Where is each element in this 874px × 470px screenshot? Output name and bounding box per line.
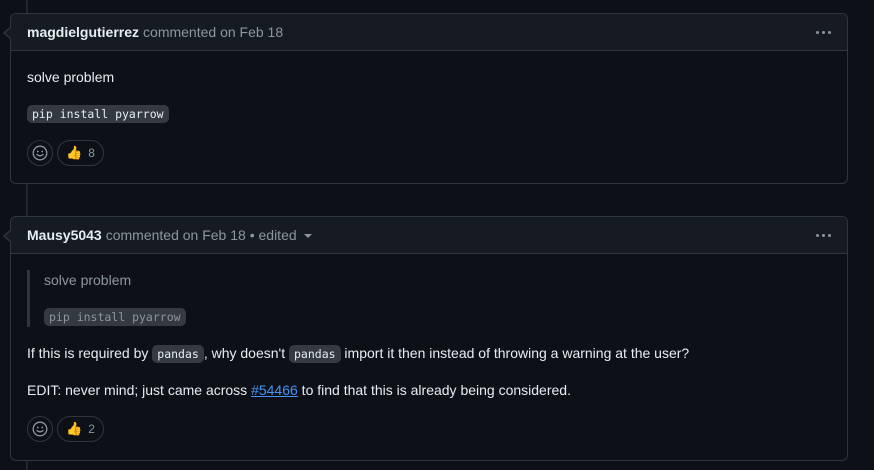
comment-1: magdielgutierrez commented on Feb 18 sol…	[3, 13, 848, 184]
text-span: EDIT: never mind; just came across	[27, 382, 252, 398]
kebab-horizontal-icon[interactable]	[816, 233, 831, 237]
kebab-horizontal-icon[interactable]	[816, 30, 831, 34]
thumbs-up-reaction-button[interactable]: 👍 2	[57, 416, 104, 442]
comment-header: magdielgutierrez commented on Feb 18	[3, 14, 847, 51]
inline-code: pandas	[289, 345, 341, 363]
edited-label: • edited	[249, 227, 297, 243]
text-span: , why doesn't	[203, 345, 289, 361]
reaction-count: 2	[88, 422, 95, 436]
text-span: import it then instead of throwing a war…	[340, 345, 690, 361]
reactions-bar: 👍 2	[27, 416, 831, 442]
comment-2: Mausy5043 commented on Feb 18 • edited s…	[3, 216, 848, 461]
thumbs-up-reaction-button[interactable]: 👍 8	[57, 140, 104, 166]
comment-body: solve problem pip install pyarrow 👍 8	[11, 51, 847, 182]
body-line-1: If this is required by pandas, why doesn…	[27, 343, 831, 364]
comment-timestamp[interactable]: commented on Feb 18	[106, 227, 246, 243]
edited-dropdown[interactable]: • edited	[246, 227, 312, 243]
inline-code: pip install pyarrow	[44, 308, 186, 326]
author-link[interactable]: Mausy5043	[27, 227, 102, 243]
smiley-icon	[32, 421, 48, 437]
author-link[interactable]: magdielgutierrez	[27, 24, 139, 40]
reactions-bar: 👍 8	[27, 140, 831, 166]
code-line: pip install pyarrow	[27, 103, 831, 124]
inline-code: pandas	[152, 345, 204, 363]
issue-link[interactable]: #54466	[251, 382, 298, 398]
add-reaction-button[interactable]	[27, 416, 53, 442]
thumbs-up-icon: 👍	[66, 145, 83, 160]
smiley-icon	[32, 145, 48, 161]
quote-code-line: pip install pyarrow	[44, 306, 831, 327]
body-text: solve problem	[27, 69, 115, 85]
text-span: to find that this is already being consi…	[297, 382, 571, 398]
thumbs-up-icon: 👍	[66, 421, 83, 436]
comment-timestamp[interactable]: commented on Feb 18	[143, 24, 283, 40]
comment-body: solve problem pip install pyarrow If thi…	[11, 254, 847, 458]
text-span: If this is required by	[27, 345, 153, 361]
caret-down-icon	[303, 234, 312, 238]
comment-header: Mausy5043 commented on Feb 18 • edited	[3, 217, 847, 254]
body-line-2: EDIT: never mind; just came across #5446…	[27, 380, 831, 400]
quote-text: solve problem	[44, 272, 132, 288]
reaction-count: 8	[88, 146, 95, 160]
add-reaction-button[interactable]	[27, 140, 53, 166]
blockquote: solve problem pip install pyarrow	[27, 270, 831, 327]
inline-code: pip install pyarrow	[27, 105, 169, 123]
